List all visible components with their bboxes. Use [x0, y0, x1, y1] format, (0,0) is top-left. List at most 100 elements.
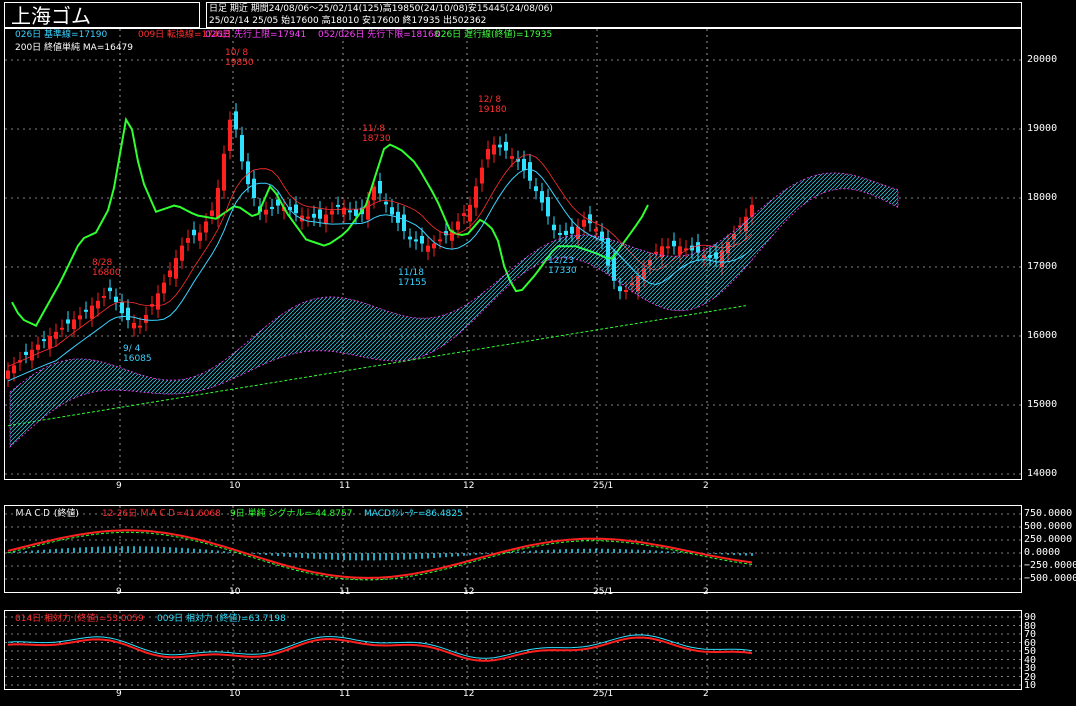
- candle-body: [408, 236, 412, 240]
- date-axis-label-rsi: 2: [703, 689, 709, 699]
- price-annotation-value: 16800: [92, 268, 121, 278]
- candle-body: [78, 315, 82, 320]
- price-annotation-date: 11/18: [398, 268, 424, 278]
- candle-body: [174, 258, 178, 279]
- candle-body: [168, 270, 172, 278]
- candle-body: [414, 239, 418, 242]
- date-axis-label-macd: 12: [463, 587, 475, 597]
- rsi-14-line: [7, 636, 753, 662]
- candle-body: [54, 331, 58, 339]
- indicator-legend-item: 026日 基準線=17190: [15, 30, 108, 40]
- price-axis-label: 14000: [1027, 468, 1058, 479]
- candle-body: [66, 319, 70, 324]
- candle-body: [522, 158, 526, 171]
- candle-body: [474, 186, 478, 208]
- candle-body: [318, 209, 322, 219]
- candle-body: [510, 156, 514, 159]
- candle-body: [342, 207, 346, 215]
- date-axis-label-macd: 10: [229, 587, 241, 597]
- candle-body: [432, 243, 436, 249]
- candle-body: [372, 186, 376, 201]
- candle-body: [420, 235, 424, 244]
- price-annotation-value: 19180: [478, 105, 507, 115]
- candle-body: [144, 314, 148, 323]
- candle-body: [108, 287, 112, 292]
- date-axis-label-rsi: 11: [339, 689, 351, 699]
- candle-body: [114, 296, 118, 303]
- price-annotation-value: 19850: [225, 58, 254, 68]
- candle-body: [42, 339, 46, 342]
- indicator-legend-item: 026日 遅行線(終値)=17935: [435, 30, 553, 40]
- price-annotation-value: 17330: [548, 266, 577, 276]
- candle-body: [354, 209, 358, 216]
- candle-body: [6, 370, 10, 379]
- macd-axis-label: 750.0000: [1024, 508, 1073, 519]
- candle-body: [540, 191, 544, 203]
- candle-body: [84, 309, 88, 312]
- candle-body: [180, 245, 184, 261]
- candle-body: [462, 213, 466, 216]
- candle-body: [210, 210, 214, 216]
- candle-body: [480, 167, 484, 184]
- indicator-legend-item: 026日 先行上限=17941: [205, 30, 307, 40]
- rsi-14-label: 014日 相対力 (終値)=53.0059: [15, 614, 144, 624]
- price-annotation-date: 12/ 8: [478, 95, 502, 105]
- candle-body: [12, 365, 16, 374]
- candle-body: [564, 230, 568, 236]
- candle-body: [750, 204, 754, 217]
- macd-title: ＭＡＣＤ (終値): [15, 509, 79, 519]
- candle-body: [222, 153, 226, 191]
- candle-body: [90, 305, 94, 319]
- candle-body: [624, 290, 628, 292]
- date-axis-label-rsi: 25/1: [593, 689, 614, 699]
- candle-body: [324, 214, 328, 225]
- rsi-axis-label: 10: [1024, 680, 1037, 691]
- candle-body: [582, 219, 586, 227]
- candle-body: [534, 186, 538, 192]
- candle-body: [126, 307, 130, 321]
- candle-body: [618, 286, 622, 292]
- date-axis-label-macd: 11: [339, 587, 351, 597]
- candle-body: [138, 325, 142, 328]
- candle-body: [192, 229, 196, 236]
- price-axis-label: 20000: [1027, 54, 1058, 65]
- price-annotation-date: 11/ 8: [362, 124, 386, 134]
- candle-body: [336, 204, 340, 207]
- candle-body: [552, 224, 556, 231]
- candle-body: [696, 242, 700, 253]
- candle-body: [234, 111, 238, 130]
- candle-body: [384, 201, 388, 205]
- indicator-legend-item: 052/026日 先行下限=18168: [318, 30, 440, 40]
- date-axis-label-macd: 2: [703, 587, 709, 597]
- candle-body: [498, 144, 502, 148]
- candle-body: [348, 210, 352, 213]
- candle-body: [672, 240, 676, 247]
- candle-body: [390, 207, 394, 215]
- candle-body: [492, 144, 496, 155]
- candle-body: [588, 214, 592, 224]
- candle-body: [252, 178, 256, 198]
- macd-axis-label: −250.0000: [1024, 560, 1076, 571]
- date-axis-label-rsi: 10: [229, 689, 241, 699]
- candle-body: [468, 204, 472, 222]
- candle-body: [486, 149, 490, 160]
- macd-axis-label: −500.0000: [1024, 573, 1076, 584]
- candle-body: [312, 213, 316, 218]
- candle-body: [294, 204, 298, 214]
- macd-value-label: 12-26日 ＭＡＣＤ=41.6068: [102, 509, 221, 519]
- date-axis-label: 10: [229, 481, 241, 491]
- candle-body: [186, 238, 190, 243]
- candle-body: [438, 239, 442, 242]
- date-axis-label: 12: [463, 481, 475, 491]
- candle-body: [330, 210, 334, 215]
- candle-body: [96, 300, 100, 309]
- price-annotation-value: 17155: [398, 278, 427, 288]
- chart-canvas: [5, 29, 1021, 690]
- candle-body: [228, 119, 232, 151]
- price-annotation-date: 12/23: [548, 256, 574, 266]
- price-axis-label: 15000: [1027, 399, 1058, 410]
- candle-body: [264, 209, 268, 215]
- price-annotation-date: 10/ 8: [225, 48, 249, 58]
- candle-body: [198, 232, 202, 241]
- candle-body: [558, 232, 562, 235]
